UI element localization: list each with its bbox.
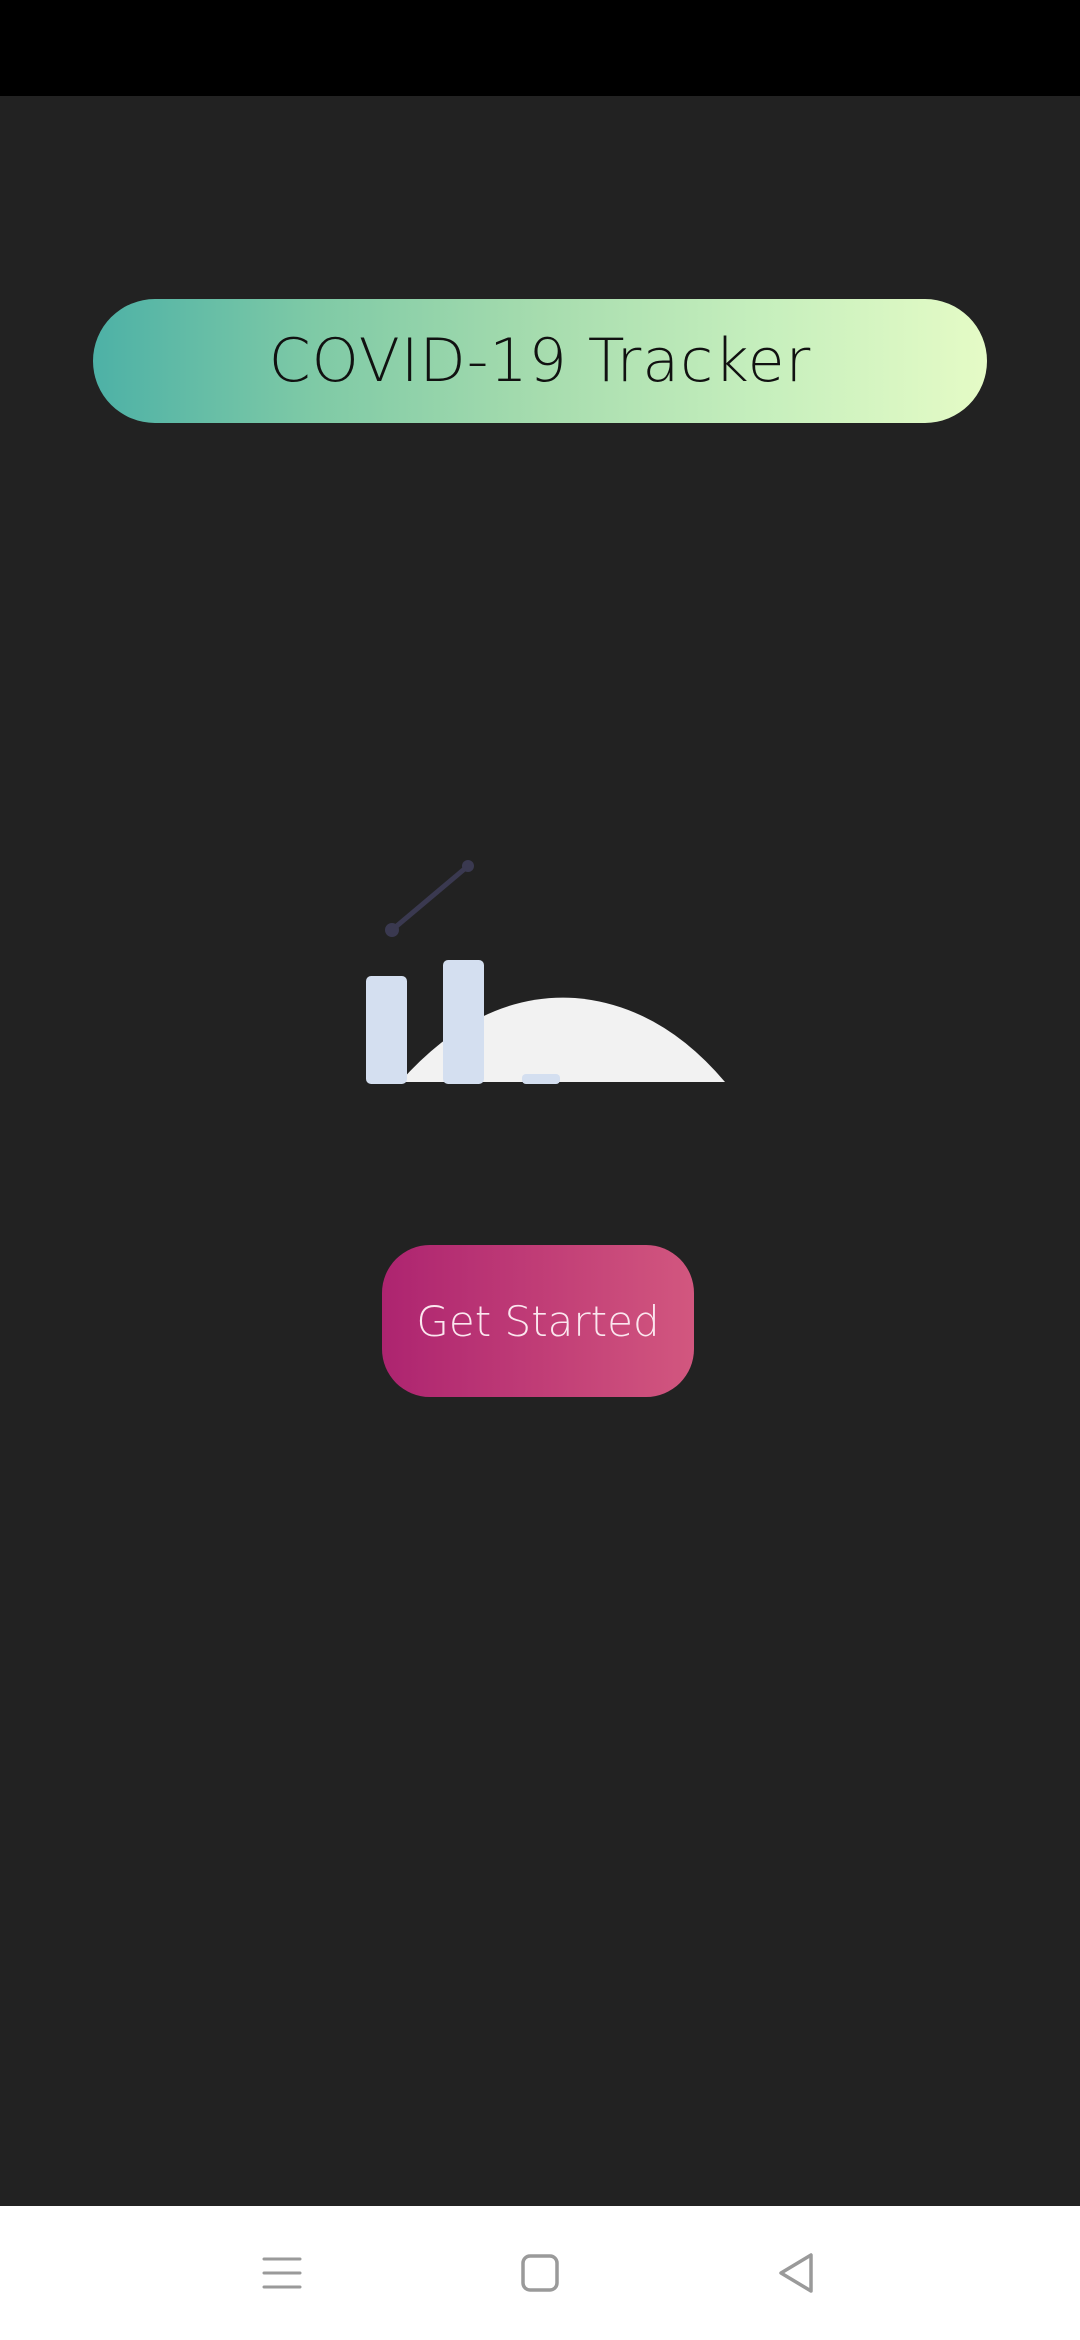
status-bar — [0, 0, 1080, 96]
menu-button[interactable] — [222, 2206, 342, 2340]
app-screen: COVID-19 Tracker Get Started — [0, 0, 1080, 2340]
square-home-icon — [521, 2254, 559, 2292]
trend-dot-start — [385, 923, 399, 937]
chart-illustration-icon — [360, 850, 740, 1090]
get-started-label: Get Started — [416, 1296, 660, 1346]
navigation-bar — [0, 2206, 1080, 2340]
bar-right — [443, 960, 484, 1084]
menu-lines-icon — [262, 2257, 302, 2289]
trend-dot-end — [462, 860, 474, 872]
bar-left — [366, 976, 407, 1084]
title-banner: COVID-19 Tracker — [93, 299, 987, 423]
trend-line — [389, 863, 471, 933]
back-button[interactable] — [736, 2206, 856, 2340]
small-bar — [522, 1074, 560, 1084]
get-started-button[interactable]: Get Started — [382, 1245, 694, 1397]
app-title: COVID-19 Tracker — [268, 326, 812, 396]
triangle-back-icon — [779, 2253, 813, 2293]
home-button[interactable] — [480, 2206, 600, 2340]
